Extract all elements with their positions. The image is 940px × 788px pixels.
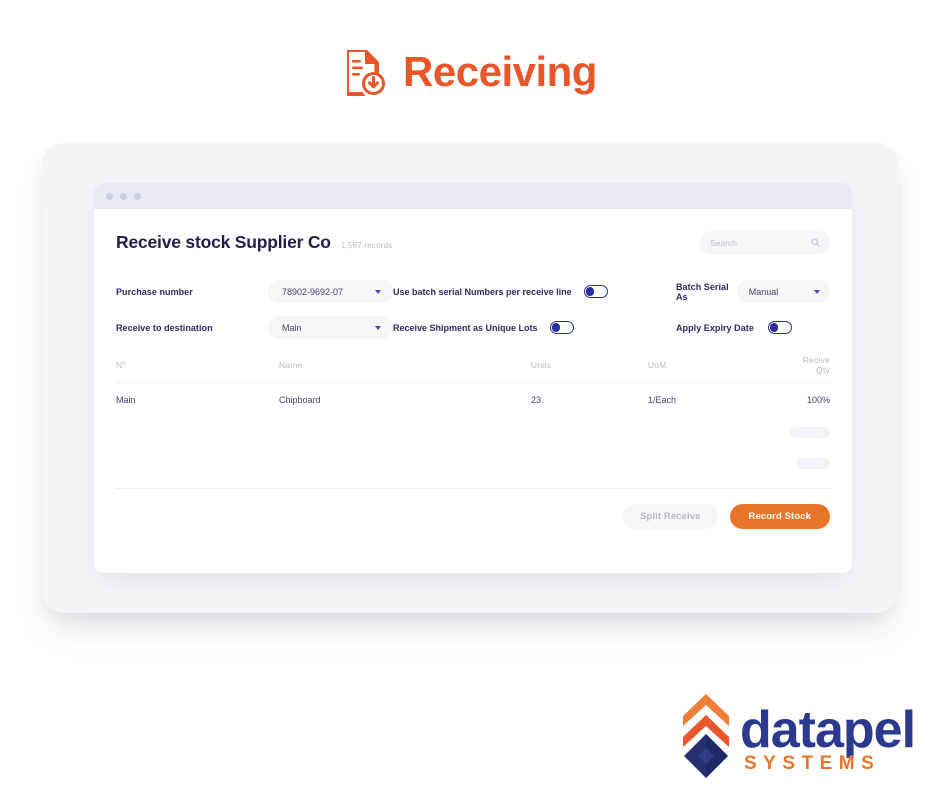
- chevron-down-icon: [375, 289, 381, 294]
- toggle-knob: [769, 323, 779, 332]
- card-footer: Split Receive Record Stock: [116, 489, 830, 529]
- column-header-uom: UoM: [647, 360, 667, 370]
- purchase-number-dropdown[interactable]: 78902-9692-07: [268, 280, 393, 303]
- batch-serial-as-label: Batch Serial As: [676, 281, 729, 302]
- document-download-icon: [343, 48, 386, 96]
- skeleton-placeholder: [790, 427, 830, 438]
- cell-uom: 1/Each: [648, 395, 677, 405]
- page-title: Receiving: [403, 48, 597, 95]
- window-dot-minimize[interactable]: [120, 192, 127, 200]
- purchase-number-field: Purchase number 78902-9692-07: [116, 280, 393, 303]
- cell-name: Chipboard: [279, 395, 321, 405]
- chevron-down-icon: [375, 325, 381, 330]
- receive-destination-value: Main: [282, 322, 302, 333]
- toggle-knob: [585, 287, 595, 296]
- svg-text:datapel: datapel: [740, 701, 915, 759]
- table-row-loading: [116, 448, 831, 479]
- column-header-qty: Recive Qty: [802, 355, 830, 375]
- cell-qty: 100%: [806, 395, 830, 405]
- app-header: Receive stock Supplier Co 1,567 records …: [116, 231, 830, 254]
- purchase-number-label: Purchase number: [116, 286, 193, 297]
- column-header-name: Name: [278, 360, 303, 370]
- receive-lines-table: Nº Name Units UoM Recive Qty Main Chipbo…: [116, 355, 831, 489]
- apply-expiry-date-field: Apply Expiry Date: [676, 321, 830, 334]
- browser-window: Receive stock Supplier Co 1,567 records …: [94, 183, 852, 573]
- toggle-knob: [551, 323, 561, 332]
- svg-text:SYSTEMS: SYSTEMS: [744, 753, 880, 774]
- skeleton-placeholder: [796, 458, 831, 469]
- batch-serial-as-dropdown[interactable]: Manual: [736, 280, 830, 303]
- device-frame: Receive stock Supplier Co 1,567 records …: [42, 143, 898, 613]
- batch-serial-as-value: Manual: [748, 286, 779, 297]
- cell-no: Main: [116, 395, 136, 405]
- app-title: Receive stock Supplier Co: [116, 232, 331, 252]
- column-header-units: Units: [530, 360, 552, 370]
- form-row-2: Receive to destination Main Receive Ship…: [116, 316, 830, 339]
- receive-destination-label: Receive to destination: [116, 322, 213, 333]
- search-placeholder: Search: [710, 237, 737, 248]
- batch-serial-per-line-toggle[interactable]: [583, 285, 608, 298]
- cell-units: 23: [531, 395, 542, 405]
- purchase-number-value: 78902-9692-07: [282, 286, 344, 297]
- page-title-row: Receiving: [0, 36, 940, 108]
- table-header-row: Nº Name Units UoM Recive Qty: [116, 355, 830, 383]
- chevron-down-icon: [814, 289, 820, 294]
- form-row-1: Purchase number 78902-9692-07 Use batch …: [116, 280, 830, 303]
- window-dot-close[interactable]: [106, 192, 113, 200]
- receive-destination-field: Receive to destination Main: [116, 316, 393, 339]
- window-dot-maximize[interactable]: [134, 192, 141, 200]
- search-icon: [811, 238, 820, 247]
- apply-expiry-date-label: Apply Expiry Date: [676, 322, 754, 333]
- batch-serial-per-line-label: Use batch serial Numbers per receive lin…: [393, 286, 572, 297]
- column-header-no: Nº: [116, 360, 126, 370]
- search-input[interactable]: Search: [700, 231, 830, 254]
- unique-lots-toggle[interactable]: [549, 321, 574, 334]
- window-titlebar: [94, 183, 852, 209]
- apply-expiry-date-toggle[interactable]: [767, 321, 792, 334]
- record-stock-button[interactable]: Record Stock: [729, 504, 830, 529]
- split-receive-button[interactable]: Split Receive: [623, 504, 718, 529]
- table-row-loading: [116, 417, 830, 448]
- app-title-group: Receive stock Supplier Co 1,567 records: [116, 232, 392, 253]
- datapel-systems-logo: datapel SYSTEMS: [676, 690, 924, 778]
- table-row[interactable]: Main Chipboard 23 1/Each 100%: [116, 383, 830, 417]
- unique-lots-label: Receive Shipment as Unique Lots: [393, 322, 538, 333]
- unique-lots-field: Receive Shipment as Unique Lots: [393, 321, 676, 334]
- receive-destination-dropdown[interactable]: Main: [268, 316, 393, 339]
- records-count: 1,567 records: [340, 241, 393, 250]
- app-content: Receive stock Supplier Co 1,567 records …: [94, 209, 852, 573]
- batch-serial-as-field: Batch Serial As Manual: [676, 280, 830, 303]
- batch-serial-per-line-field: Use batch serial Numbers per receive lin…: [393, 285, 676, 298]
